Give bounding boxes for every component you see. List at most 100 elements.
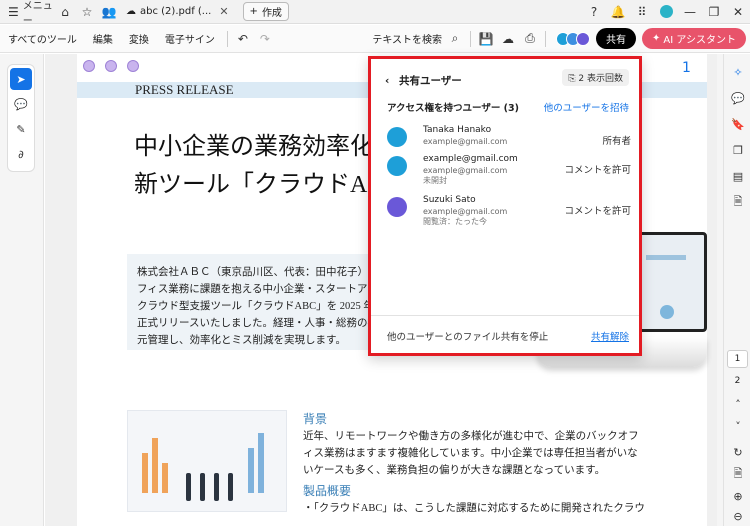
user-email: example@gmail.com [423,166,508,175]
toolbar-divider [545,30,547,47]
bell-icon[interactable]: 🔔 [606,1,630,23]
headline-line-2: 新ツール「クラウドA [134,172,368,198]
left-tool-rail: ➤ 💬 ✎ ∂ [0,54,44,526]
user-role-dropdown[interactable]: コメントを許可 [564,203,631,217]
share-users-panel: ‹ 共有ユーザー ⎘ 2 表示回数 アクセス権を持つユーザー (3) 他のユーザ… [368,56,642,356]
new-tab-button[interactable]: + 作成 [242,2,289,21]
profile-avatar[interactable] [654,1,678,23]
edit-button[interactable]: 編集 [85,31,121,46]
back-chevron-icon[interactable]: ‹ [385,75,389,87]
zoom-in-icon[interactable]: ⊕ [728,486,748,506]
cloud-upload-icon[interactable]: ☁ [497,28,519,50]
convert-button[interactable]: 変換 [121,31,157,46]
views-count-badge[interactable]: ⎘ 2 表示回数 [562,69,629,86]
unshare-link[interactable]: 共有解除 [591,329,629,343]
views-icon: ⎘ [568,74,576,84]
esign-button[interactable]: 電子サイン [157,31,223,46]
highlight-pen-icon[interactable]: ✎ [10,118,32,140]
office-illustration-image [127,410,287,512]
user-status: 未開封 [423,176,447,185]
collaborator-avatars[interactable] [556,31,591,46]
comments-panel-icon[interactable]: 💬 [728,88,748,108]
share-button[interactable]: 共有 [596,28,637,49]
save-icon[interactable]: 💾 [475,28,497,50]
illustration-person [200,473,205,501]
undo-icon[interactable]: ↶ [232,28,254,50]
avatar [659,5,673,18]
user-name: Suzuki Sato [423,195,476,205]
help-icon[interactable]: ? [582,1,606,23]
print-icon[interactable]: ⎙ [519,28,541,50]
right-tool-rail: ✧ 💬 🔖 ❐ ▤ 🗎 1 2 ˄ ˅ ↻ 🗎 ⊕ ⊖ [723,54,750,526]
search-icon[interactable]: ⌕ [444,28,466,50]
illustration-bar [162,463,168,493]
share-panel-title: 共有ユーザー [398,75,462,87]
star-icon[interactable]: ☆ [76,1,98,23]
page-thumbnails-icon[interactable]: ▤ [728,166,748,186]
close-tab-icon[interactable]: ✕ [219,5,228,18]
comment-marker-icon[interactable] [127,60,139,72]
share-panel-header[interactable]: ‹ 共有ユーザー [385,73,462,88]
tab-title: abc (2).pdf (... [140,6,212,17]
all-tools-button[interactable]: すべてのツール [0,31,85,46]
share-panel-footer: 他のユーザーとのファイル共有を停止 共有解除 [371,315,639,353]
apps-grid-icon[interactable]: ⠿ [630,1,654,23]
illustration-bar [248,448,254,493]
body-line: 近年、リモートワークや働き方の多様化が進む中で、企業のバックオフ [303,431,639,442]
zoom-out-icon[interactable]: ⊖ [728,506,748,526]
sparkle-icon: ✦ [652,33,661,44]
comment-markers [83,60,139,72]
chevron-down-icon[interactable]: ˅ [728,416,748,436]
user-role: 所有者 [602,136,631,147]
minimize-icon[interactable]: — [678,1,702,23]
illustration-person [186,473,191,501]
menu-button[interactable]: ☰ メニュー [0,0,54,27]
main-toolbar: すべてのツール 編集 変換 電子サイン ↶ ↷ テキストを検索 ⌕ 💾 ☁ ⎙ … [0,25,750,53]
headline-line-1: 中小企業の業務効率化 [134,134,374,160]
rotate-icon[interactable]: ↻ [728,442,748,462]
user-email: example@gmail.com [423,137,508,146]
comment-marker-icon[interactable] [105,60,117,72]
shared-users-icon[interactable]: 👥 [98,1,120,23]
copy-pages-icon[interactable]: ❐ [728,140,748,160]
document-icon[interactable]: 🗎 [728,192,748,212]
draw-freehand-icon[interactable]: ∂ [10,143,32,165]
hamburger-icon: ☰ [8,4,19,19]
document-tab[interactable]: ☁ abc (2).pdf (... ✕ [120,1,235,23]
shared-user-row: Suzuki Sato example@gmail.com 閲覧済：たった今 コ… [387,195,631,235]
avatar [387,197,407,217]
search-text-button[interactable]: テキストを検索 [364,31,444,46]
comment-marker-icon[interactable] [83,60,95,72]
ai-generate-icon[interactable]: ✧ [728,62,748,82]
chevron-up-icon[interactable]: ˄ [728,394,748,414]
illustration-person [214,473,219,501]
bookmark-icon[interactable]: 🔖 [728,114,748,134]
body-line: ・「クラウドABC」は、こうした課題に対応するために開発されたクラウ [303,503,645,514]
select-cursor-icon[interactable]: ➤ [10,68,32,90]
user-status: 閲覧済：たった今 [423,217,487,226]
redo-icon[interactable]: ↷ [254,28,276,50]
home-icon[interactable]: ⌂ [54,1,76,23]
menu-label: メニュー [22,0,53,27]
laptop-screen-dot [660,305,674,319]
close-window-icon[interactable]: ✕ [726,1,750,23]
ai-assistant-button[interactable]: ✦ AI アシスタント [642,28,746,49]
body-line: ィス業務はますます複雑化しています。中小企業では専任担当者がいな [303,448,638,459]
user-name: Tanaka Hanako [423,125,492,135]
views-count-label: 2 表示回数 [578,74,623,84]
user-role-dropdown[interactable]: コメントを許可 [564,162,631,176]
shared-user-row: example@gmail.com example@gmail.com 未開封 … [387,154,631,194]
page-1-indicator[interactable]: 1 [727,350,748,368]
restore-icon[interactable]: ❐ [702,1,726,23]
page-2-indicator[interactable]: 2 [727,372,748,390]
comment-icon[interactable]: 💬 [10,93,32,115]
laptop-screen-bar [646,255,686,260]
avatar [387,127,407,147]
save-page-icon[interactable]: 🗎 [728,464,748,484]
invite-users-link[interactable]: 他のユーザーを招待 [544,100,629,114]
avatar [576,31,591,46]
cloud-icon: ☁ [126,6,136,17]
laptop-screen [637,232,707,332]
stop-sharing-label: 他のユーザーとのファイル共有を停止 [387,332,549,343]
section-body-background: 近年、リモートワークや働き方の多様化が進む中で、企業のバックオフ ィス業務はます… [303,428,707,479]
